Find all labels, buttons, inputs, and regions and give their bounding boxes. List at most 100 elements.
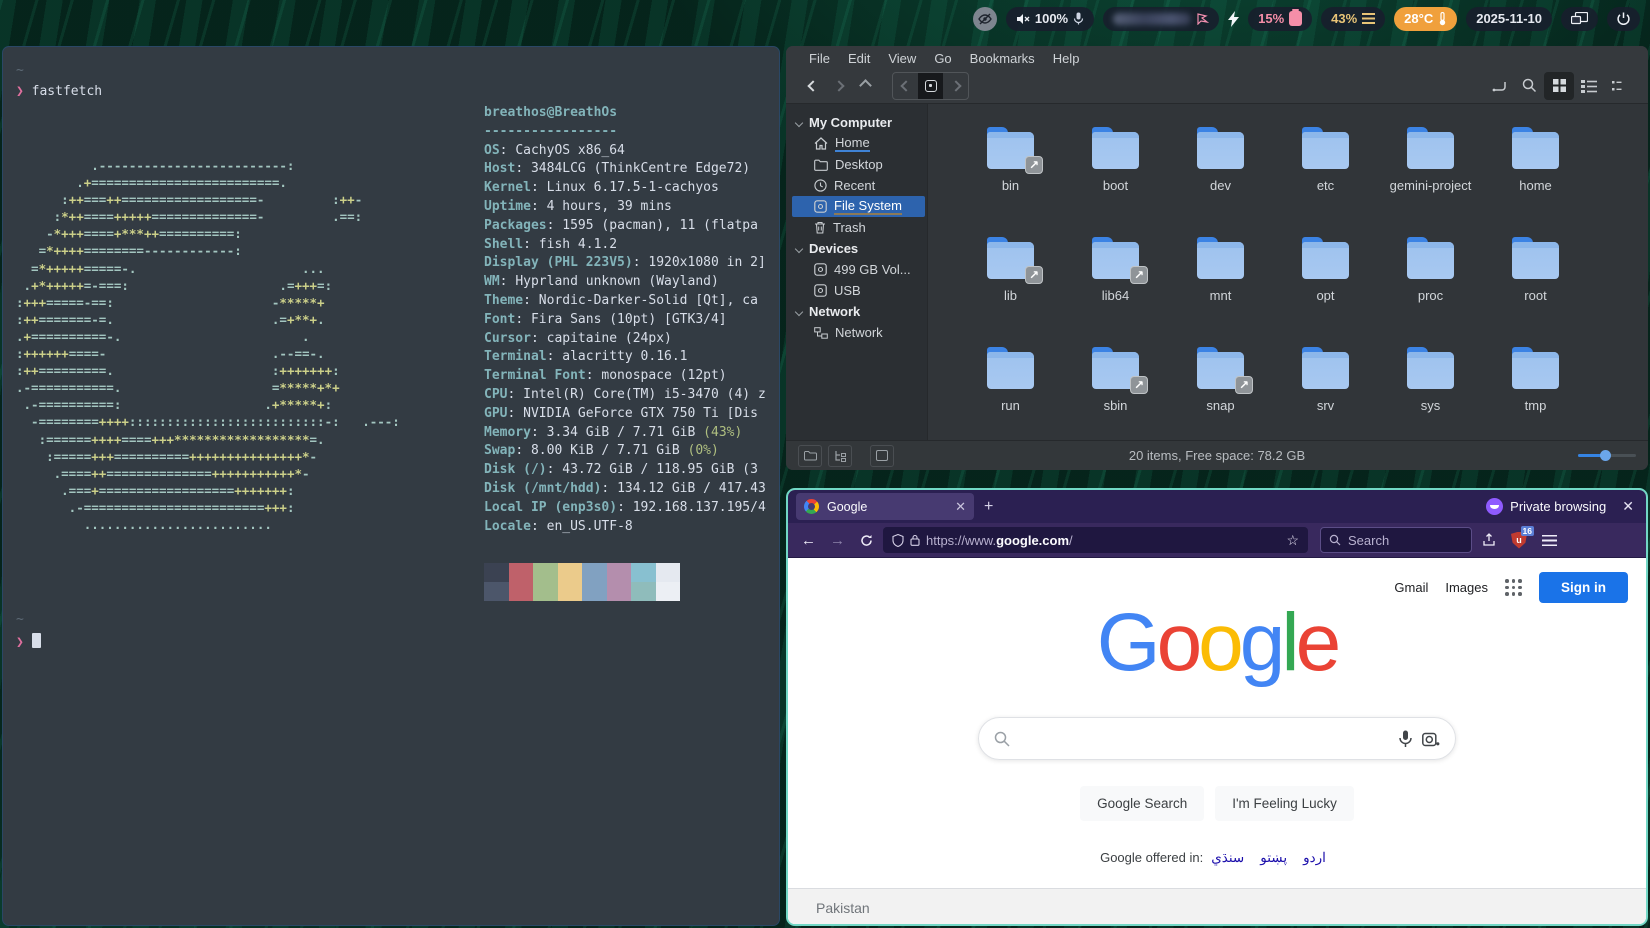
back-button[interactable]: [800, 73, 826, 99]
folder-tmp[interactable]: tmp: [1483, 342, 1588, 452]
folder-snap[interactable]: ↗snap: [1168, 342, 1273, 452]
tab-google[interactable]: Google ✕: [796, 493, 974, 520]
sidebar-item-file-system[interactable]: File System: [792, 196, 925, 217]
search-field[interactable]: Search: [1320, 527, 1472, 553]
info-line: Font: Fira Sans (10pt) [GTK3/4]: [484, 311, 780, 330]
terminal-window[interactable]: ~ ❯ fastfetch .-------------------------…: [2, 46, 780, 926]
reload-button[interactable]: [854, 528, 879, 553]
new-tab-button[interactable]: +: [984, 498, 993, 516]
menu-item-bookmarks[interactable]: Bookmarks: [963, 50, 1042, 67]
sidebar-item-499-gb-vol-[interactable]: 499 GB Vol...: [792, 259, 927, 280]
idle-inhibitor-button[interactable]: [973, 7, 997, 31]
share-button[interactable]: [1476, 527, 1502, 553]
folder-lib64[interactable]: ↗lib64: [1063, 232, 1168, 342]
compact-view-button[interactable]: [1604, 72, 1634, 100]
app-menu-button[interactable]: [1536, 527, 1562, 553]
sidebar-item-home[interactable]: Home: [792, 133, 927, 154]
folder-gemini-project[interactable]: gemini-project: [1378, 122, 1483, 232]
language-link[interactable]: اردو: [1303, 850, 1326, 865]
info-line: Host: 3484LCG (ThinkCentre Edge72): [484, 160, 780, 179]
volume-module[interactable]: 100%: [1006, 7, 1094, 31]
google-search-button[interactable]: Google Search: [1080, 786, 1204, 821]
logo-letter: l: [1281, 597, 1295, 688]
sidebar-item-network[interactable]: Network: [792, 322, 927, 343]
power-profile-bolt-icon[interactable]: [1228, 11, 1239, 27]
search-button[interactable]: [1514, 72, 1544, 100]
power-module[interactable]: [1607, 7, 1640, 31]
folder-proc[interactable]: proc: [1378, 232, 1483, 342]
voice-search-icon[interactable]: [1399, 730, 1412, 748]
clock-module[interactable]: 2025-11-10: [1466, 7, 1552, 31]
images-link[interactable]: Images: [1445, 580, 1488, 595]
folder-srv[interactable]: srv: [1273, 342, 1378, 452]
menu-bar: FileEditViewGo BookmarksHelp: [786, 46, 1648, 68]
folder-lib[interactable]: ↗lib: [958, 232, 1063, 342]
folder-mnt[interactable]: mnt: [1168, 232, 1273, 342]
folder-home[interactable]: home: [1483, 122, 1588, 232]
info-label: Theme: [484, 293, 523, 308]
menu-item-view[interactable]: View: [881, 50, 923, 67]
folder-name: etc: [1317, 178, 1334, 193]
folder-opt[interactable]: opt: [1273, 232, 1378, 342]
memory-module[interactable]: 43%: [1321, 7, 1385, 31]
info-line: Local IP (enp3s0): 192.168.137.195/4: [484, 499, 780, 518]
temperature-module[interactable]: 28°C: [1394, 7, 1457, 31]
sidebar-item-usb[interactable]: USB: [792, 280, 927, 301]
menu-item-file[interactable]: File: [802, 50, 837, 67]
menu-item-help[interactable]: Help: [1046, 50, 1087, 67]
info-value: Nordic-Darker-Solid [Qt], ca: [539, 293, 758, 308]
gmail-link[interactable]: Gmail: [1394, 580, 1428, 595]
sign-in-button[interactable]: Sign in: [1539, 572, 1628, 603]
info-label: Shell: [484, 237, 523, 252]
sidebar-section-my-computer[interactable]: My Computer: [792, 112, 927, 133]
lens-camera-icon[interactable]: [1422, 731, 1440, 747]
folder-icon: ↗: [1092, 352, 1139, 389]
sidebar-section-devices[interactable]: Devices: [792, 238, 927, 259]
folder-etc[interactable]: etc: [1273, 122, 1378, 232]
ublock-origin-button[interactable]: u 16: [1506, 527, 1532, 553]
feeling-lucky-button[interactable]: I'm Feeling Lucky: [1215, 786, 1354, 821]
window-close-button[interactable]: ✕: [1622, 498, 1634, 515]
path-bar-toggle-button[interactable]: [1484, 72, 1514, 100]
folder-sys[interactable]: sys: [1378, 342, 1483, 452]
battery-module[interactable]: 15%: [1248, 7, 1312, 31]
prev-tab-button[interactable]: [893, 73, 918, 99]
google-search-box[interactable]: [978, 717, 1456, 760]
folder-boot[interactable]: boot: [1063, 122, 1168, 232]
folder-run[interactable]: run: [958, 342, 1063, 452]
browser-forward-button[interactable]: →: [825, 528, 850, 553]
forward-button[interactable]: [826, 73, 852, 99]
zoom-slider[interactable]: [1578, 454, 1636, 457]
up-button[interactable]: [852, 73, 878, 99]
icon-view-button[interactable]: [1544, 72, 1574, 100]
list-view-button[interactable]: [1574, 72, 1604, 100]
menu-item-go[interactable]: Go: [927, 50, 958, 67]
sidebar-section-network[interactable]: Network: [792, 301, 927, 322]
info-colon: :: [515, 161, 531, 176]
tab-close-icon[interactable]: ✕: [955, 499, 966, 515]
folder-icon: [1512, 242, 1559, 279]
browser-back-button[interactable]: ←: [796, 528, 821, 553]
folder-view[interactable]: ↗binbootdev etc gemini-projecthome ↗lib↗lib…: [928, 104, 1648, 440]
info-line: Cursor: capitaine (24px): [484, 330, 780, 349]
next-tab-button[interactable]: [943, 73, 968, 99]
folder-bin[interactable]: ↗bin: [958, 122, 1063, 232]
network-module[interactable]: [1103, 7, 1219, 31]
sidebar-item-recent[interactable]: Recent: [792, 175, 927, 196]
sidebar-item-desktop[interactable]: Desktop: [792, 154, 927, 175]
bookmark-star-icon[interactable]: ☆: [1286, 532, 1299, 549]
folder-sbin[interactable]: ↗sbin: [1063, 342, 1168, 452]
folder-dev[interactable]: dev: [1168, 122, 1273, 232]
language-link[interactable]: پښتو: [1260, 850, 1287, 865]
folder-root[interactable]: root: [1483, 232, 1588, 342]
language-link[interactable]: سنڌي: [1211, 850, 1244, 865]
google-apps-icon[interactable]: [1505, 579, 1522, 596]
menu-item-edit[interactable]: Edit: [841, 50, 877, 67]
info-colon: :: [531, 331, 547, 346]
url-bar[interactable]: https://www.google.com/ ☆: [883, 527, 1308, 553]
current-tab-button[interactable]: [918, 73, 943, 99]
screenshare-module[interactable]: [1561, 7, 1598, 31]
info-colon: :: [617, 500, 633, 515]
sidebar-item-trash[interactable]: Trash: [792, 217, 927, 238]
palette-row: [484, 563, 780, 582]
